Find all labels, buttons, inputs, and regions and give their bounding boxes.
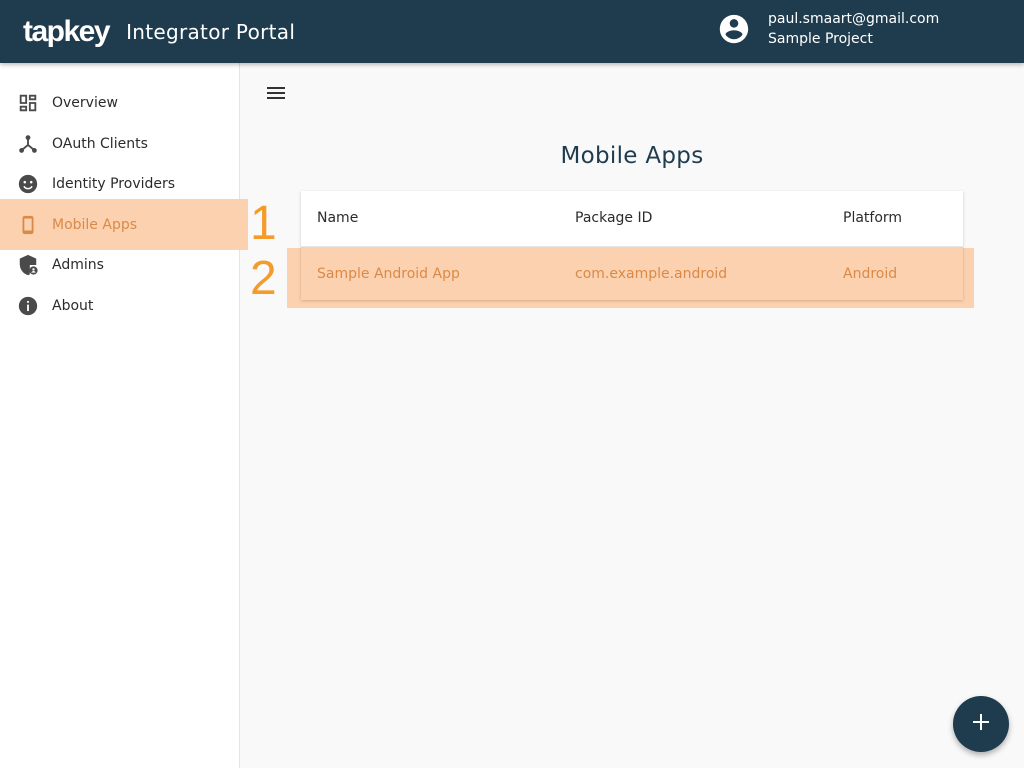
plus-icon <box>972 713 990 735</box>
cell-platform: Android <box>843 265 898 282</box>
tapkey-logo[interactable]: tapkey <box>23 16 111 47</box>
sidebar-item-admins[interactable]: Admins <box>0 245 240 285</box>
hub-icon <box>16 132 40 156</box>
column-header-platform[interactable]: Platform <box>843 210 902 226</box>
column-header-package-id[interactable]: Package ID <box>575 210 652 226</box>
cell-app-name: Sample Android App <box>317 265 460 282</box>
face-icon <box>16 172 40 196</box>
annotation-marker-2: 2 <box>250 252 277 305</box>
sidebar-item-oauth-clients[interactable]: OAuth Clients <box>0 124 240 164</box>
top-app-bar: tapkey Integrator Portal paul.smaart@gma… <box>0 0 1024 63</box>
account-circle-icon[interactable] <box>716 11 752 47</box>
sidebar-item-label: About <box>52 298 94 314</box>
sidebar-item-label: Overview <box>52 95 118 111</box>
admin-shield-icon <box>16 253 40 277</box>
dashboard-icon <box>16 91 40 115</box>
sidebar-item-identity-providers[interactable]: Identity Providers <box>0 164 240 204</box>
page-title: Mobile Apps <box>560 143 704 169</box>
table-row[interactable]: Sample Android App com.example.android A… <box>301 246 963 300</box>
table-header-row: Name Package ID Platform <box>301 191 963 245</box>
sidebar-item-about[interactable]: About <box>0 286 240 326</box>
menu-icon <box>266 85 286 105</box>
app-title: Integrator Portal <box>126 19 296 44</box>
cell-package-id: com.example.android <box>575 265 728 282</box>
account-email: paul.smaart@gmail.com <box>768 11 940 27</box>
menu-toggle-button[interactable] <box>262 83 290 107</box>
sidebar-item-label: OAuth Clients <box>52 136 148 152</box>
annotation-marker-1: 1 <box>250 197 277 250</box>
sidebar-item-label: Mobile Apps <box>52 217 138 233</box>
mobile-apps-table: Name Package ID Platform Sample Android … <box>301 191 963 300</box>
add-mobile-app-button[interactable] <box>953 696 1009 752</box>
account-menu[interactable]: paul.smaart@gmail.com Sample Project <box>716 9 939 49</box>
account-project: Sample Project <box>768 31 873 47</box>
sidebar-item-mobile-apps[interactable]: Mobile Apps <box>0 205 240 245</box>
column-header-name[interactable]: Name <box>317 210 358 226</box>
sidebar-item-label: Identity Providers <box>52 176 176 192</box>
smartphone-icon <box>16 213 40 237</box>
info-icon <box>16 294 40 318</box>
sidebar-item-overview[interactable]: Overview <box>0 83 240 123</box>
account-info: paul.smaart@gmail.com Sample Project <box>768 9 939 49</box>
sidebar-item-label: Admins <box>52 257 104 273</box>
